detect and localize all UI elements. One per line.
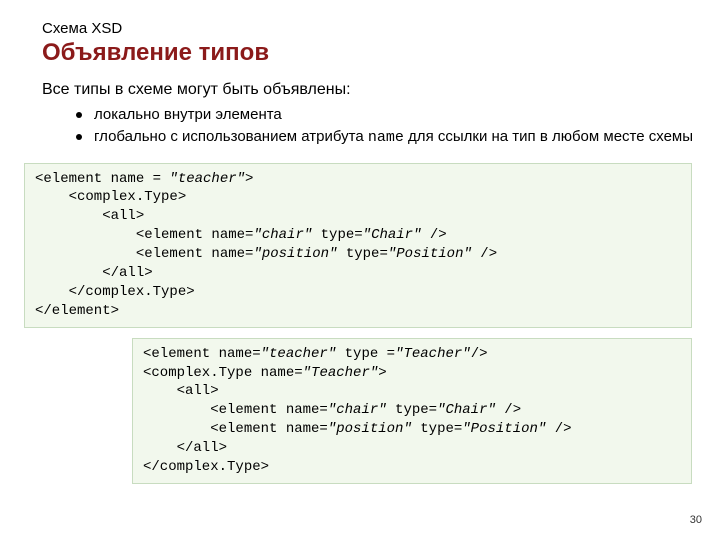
t: <element name=	[35, 246, 253, 262]
t: "teacher"	[169, 171, 245, 187]
t: type=	[387, 402, 437, 418]
bullet2-mono: name	[368, 129, 404, 146]
bullet-item-local: локально внутри элемента	[76, 105, 696, 125]
t: </all>	[35, 265, 153, 281]
t: <element name =	[35, 171, 169, 187]
bullet-item-global: глобально с использованием атрибута name…	[76, 127, 696, 148]
bullet2-text-b: для ссылки на тип в любом месте схемы	[404, 128, 693, 145]
t: <element name=	[143, 421, 328, 437]
code-block-global: <element name="teacher" type ="Teacher"/…	[132, 338, 692, 484]
t: />	[471, 346, 488, 362]
t: <all>	[35, 208, 144, 224]
bullet-list: локально внутри элемента глобально с исп…	[76, 105, 696, 149]
t: </all>	[143, 440, 227, 456]
code-block-local: <element name = "teacher"> <complex.Type…	[24, 163, 692, 328]
intro-text: Все типы в схеме могут быть объявлены:	[42, 81, 696, 99]
t: <element name=	[143, 402, 328, 418]
t: type =	[336, 346, 395, 362]
t: "chair"	[253, 227, 312, 243]
t: <element name=	[143, 346, 261, 362]
t: "Position"	[462, 421, 546, 437]
t: >	[245, 171, 253, 187]
bullet2-text-a: глобально с использованием атрибута	[94, 128, 368, 145]
t: >	[378, 365, 386, 381]
t: />	[421, 227, 446, 243]
t: <element name=	[35, 227, 253, 243]
t: />	[496, 402, 521, 418]
t: />	[546, 421, 571, 437]
t: </complex.Type>	[35, 284, 195, 300]
t: "Chair"	[437, 402, 496, 418]
t: </complex.Type>	[143, 459, 269, 475]
t: "chair"	[328, 402, 387, 418]
t: type=	[337, 246, 387, 262]
t: </element>	[35, 303, 119, 319]
t: type=	[312, 227, 362, 243]
t: <complex.Type name=	[143, 365, 303, 381]
page-title: Объявление типов	[42, 39, 696, 67]
t: "position"	[328, 421, 412, 437]
t: "Teacher"	[303, 365, 379, 381]
t: <complex.Type>	[35, 189, 186, 205]
t: <all>	[143, 383, 219, 399]
schema-label: Схема XSD	[42, 20, 696, 37]
slide: Схема XSD Объявление типов Все типы в сх…	[0, 0, 720, 540]
t: type=	[412, 421, 462, 437]
t: "Teacher"	[395, 346, 471, 362]
page-number: 30	[690, 514, 702, 526]
t: "Position"	[388, 246, 472, 262]
t: "Chair"	[363, 227, 422, 243]
t: "teacher"	[261, 346, 337, 362]
t: />	[472, 246, 497, 262]
t: "position"	[253, 246, 337, 262]
